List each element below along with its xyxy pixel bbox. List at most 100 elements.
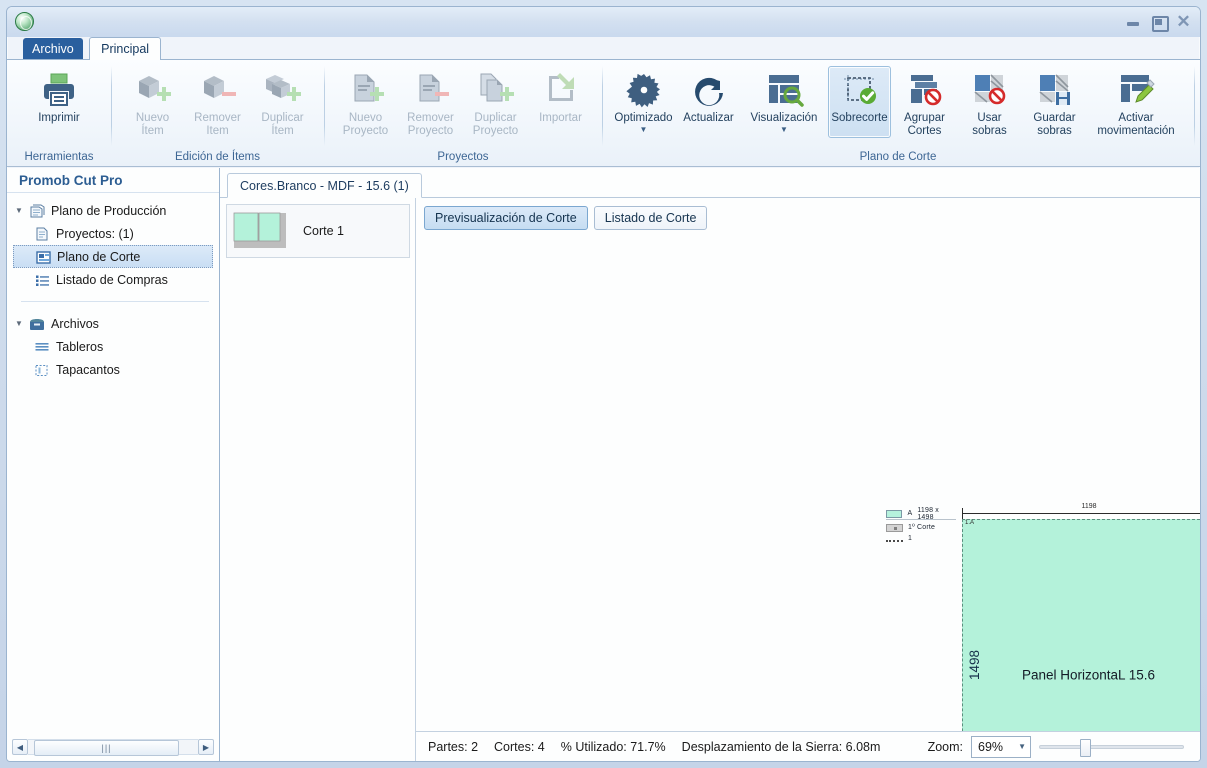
guardar-sobras-button[interactable]: Guardar sobras	[1023, 66, 1086, 140]
agrupar-cortes-line2: Cortes	[907, 124, 942, 137]
application-window: ✕ Archivo Principal Imprimir Herramienta…	[0, 0, 1207, 768]
tab-listado-de-corte[interactable]: Listado de Corte	[593, 206, 708, 230]
new-item-line1: Nuevo	[135, 112, 170, 124]
new-item-button[interactable]: Nuevo Ítem	[121, 66, 184, 140]
group-cuts-blocked-icon	[905, 71, 945, 109]
scroll-track[interactable]: |||	[28, 739, 198, 756]
activar-mov-line1: Activar	[1118, 112, 1154, 124]
new-project-line2: Proyecto	[342, 124, 389, 137]
saw-blade-icon	[624, 71, 664, 109]
activate-move-pencil-icon	[1116, 71, 1156, 109]
import-button[interactable]: Importar	[529, 66, 592, 138]
new-project-button[interactable]: Nuevo Proyecto	[334, 66, 397, 140]
usar-sobras-button[interactable]: Usar sobras	[958, 66, 1021, 140]
document-duplicate-icon	[476, 71, 516, 109]
sidebar-horizontal-scrollbar[interactable]: ◀ ||| ▶	[12, 738, 214, 756]
zoom-slider[interactable]	[1039, 738, 1184, 757]
printer-icon	[39, 71, 79, 109]
remove-item-line2: Item	[206, 124, 229, 137]
use-offcuts-blocked-icon	[970, 71, 1010, 109]
status-parts: Partes: 2	[428, 739, 479, 754]
usar-sobras-line1: Usar	[977, 112, 1002, 124]
arrow-right-icon[interactable]: ▶	[198, 739, 214, 755]
maximize-icon[interactable]	[1150, 15, 1169, 32]
document-tabstrip: Cores.Branco - MDF - 15.6 (1)	[220, 168, 1200, 198]
collapse-triangle-icon[interactable]: ▼	[15, 206, 28, 215]
zoom-select[interactable]: 69% ▼	[971, 735, 1031, 758]
diagram-canvas[interactable]: A 1198 x 1498 1º Corte 1 1198 1.A 1498 P…	[416, 230, 1200, 731]
scroll-thumb[interactable]: |||	[34, 740, 179, 756]
sidebar-item-plano-de-produccion[interactable]: ▼ Plano de Producción	[13, 199, 219, 222]
minimize-icon[interactable]	[1125, 15, 1142, 29]
visualizacion-label: Visualización	[750, 112, 818, 124]
legend-dash-label: 1	[908, 535, 913, 542]
tree-divider	[21, 301, 209, 302]
zoom-value: 69%	[978, 739, 1004, 754]
sidebar-item-proyectos[interactable]: Proyectos: (1)	[13, 222, 219, 245]
ribbon-tabstrip: Archivo Principal	[7, 37, 1200, 60]
piece-1[interactable]: 1.A 1498 Panel HorizontaL 15.6 1198	[962, 519, 1200, 731]
agrupar-cortes-line1: Agrupar	[904, 112, 945, 124]
document-icon	[33, 226, 51, 242]
tab-previsualizacion-de-corte[interactable]: Previsualización de Corte	[424, 206, 588, 230]
sidebar-item-tapacantos[interactable]: Tapacantos	[13, 358, 219, 381]
panel-row: Corte 1 Previsualización de Corte Listad…	[220, 198, 1200, 761]
remove-project-button[interactable]: Remover Proyecto	[399, 66, 462, 140]
zoom-controls: Zoom: 69% ▼	[928, 735, 1200, 758]
collapse-triangle-icon[interactable]: ▼	[15, 319, 28, 328]
sidebar-item-listado-de-compras[interactable]: Listado de Compras	[13, 268, 219, 291]
content-area: Cores.Branco - MDF - 15.6 (1) Corte 1 Pr…	[220, 168, 1200, 761]
ribbon-tab-archivo[interactable]: Archivo	[23, 38, 83, 60]
ribbon-group-label-plano-de-corte: Plano de Corte	[859, 151, 937, 163]
ribbon-tab-principal[interactable]: Principal	[89, 37, 162, 60]
sidebar-item-archivos[interactable]: ▼ Archivos	[13, 312, 219, 335]
chevron-down-icon[interactable]: ▼	[640, 125, 648, 133]
duplicate-project-line1: Duplicar	[474, 112, 517, 124]
chevron-down-icon[interactable]: ▼	[780, 125, 788, 133]
remove-item-button[interactable]: Remover Item	[186, 66, 249, 140]
globe-icon	[15, 12, 34, 31]
ribbon-group-proyectos: Nuevo Proyecto Remover Proyecto Duplicar…	[324, 60, 602, 166]
visualizacion-button[interactable]: Visualización ▼	[742, 66, 826, 138]
board-layout: 1498 348 329 1198 329 1549	[962, 519, 1200, 731]
piece-1-id: 1.A	[965, 520, 975, 526]
actualizar-button[interactable]: Actualizar	[677, 66, 740, 138]
guardar-sobras-line1: Guardar	[1033, 112, 1076, 124]
sidebar-item-tableros[interactable]: Tableros	[13, 335, 219, 358]
arrow-left-icon[interactable]: ◀	[12, 739, 28, 755]
sidebar-item-plano-de-corte[interactable]: Plano de Corte	[13, 245, 213, 268]
stack-icon	[28, 203, 46, 219]
status-cuts: Cortes: 4	[494, 739, 545, 754]
agrupar-cortes-button[interactable]: Agrupar Cortes	[893, 66, 956, 140]
import-label: Importar	[539, 112, 582, 124]
print-button[interactable]: Imprimir	[17, 66, 101, 138]
overcut-check-icon	[840, 71, 880, 109]
status-bar: Partes: 2 Cortes: 4 % Utilizado: 71.7% D…	[416, 731, 1200, 761]
remove-project-line1: Remover	[407, 112, 454, 124]
box-duplicate-icon	[263, 71, 303, 109]
ribbon-group-label-edicion: Edición de Ítems	[174, 151, 260, 163]
legend-row-cut: 1º Corte	[886, 522, 956, 533]
edgeband-icon	[33, 362, 51, 378]
activar-movimentacion-button[interactable]: Activar movimentación	[1088, 66, 1184, 140]
cut-card-corte-1[interactable]: Corte 1	[226, 204, 410, 258]
remove-item-line1: Remover	[194, 112, 241, 124]
activar-mov-line2: movimentación	[1097, 124, 1175, 137]
legend-piece-size: 1198 x 1498	[917, 506, 940, 521]
ribbon-group-plano-de-corte: Optimizado ▼ Actualizar Visualización ▼ …	[602, 60, 1194, 166]
sobrecorte-button[interactable]: Sobrecorte	[828, 66, 891, 138]
duplicate-item-button[interactable]: Duplicar Ítem	[251, 66, 314, 140]
document-tab[interactable]: Cores.Branco - MDF - 15.6 (1)	[227, 173, 422, 198]
chevron-down-icon[interactable]: ▼	[1018, 742, 1026, 751]
close-icon[interactable]: ✕	[1175, 13, 1192, 30]
optimizado-button[interactable]: Optimizado ▼	[612, 66, 675, 138]
new-item-line2: Ítem	[141, 124, 164, 137]
sidebar-label: Plano de Corte	[57, 249, 141, 264]
sobrecorte-label: Sobrecorte	[831, 112, 888, 124]
document-remove-icon	[411, 71, 451, 109]
cut-preview-thumb	[233, 212, 293, 250]
duplicate-project-button[interactable]: Duplicar Proyecto	[464, 66, 527, 140]
document-add-icon	[346, 71, 386, 109]
zoom-slider-thumb[interactable]	[1080, 738, 1091, 757]
actualizar-label: Actualizar	[683, 112, 734, 124]
